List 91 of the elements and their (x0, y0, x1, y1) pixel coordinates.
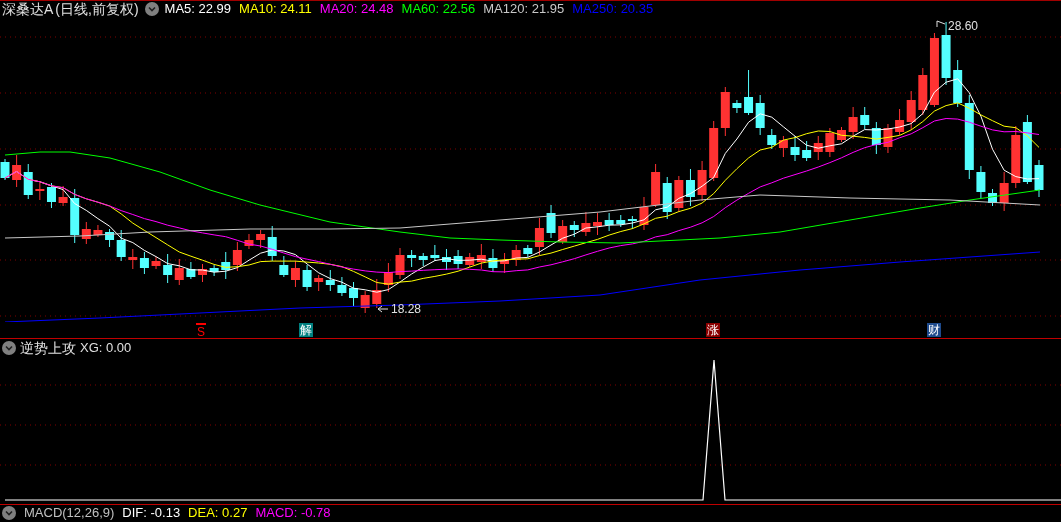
candlestick (174, 258, 184, 286)
candlestick (453, 249, 463, 270)
candlestick (418, 252, 428, 267)
collapse-icon[interactable] (2, 341, 16, 355)
candlestick (232, 241, 242, 272)
candlestick (755, 94, 765, 136)
moving-average-value: MA60: 22.56 (401, 0, 476, 19)
event-tag[interactable]: 涨 (706, 323, 720, 337)
macd-label: MACD(12,26,9) (24, 504, 115, 522)
candlestick (883, 123, 893, 154)
candlestick (778, 135, 788, 158)
candlestick (325, 269, 335, 292)
candlestick (372, 278, 382, 309)
candlestick (35, 182, 45, 201)
candlestick (302, 264, 312, 292)
candlestick (593, 212, 602, 236)
candlestick (767, 128, 777, 150)
candlestick (871, 121, 881, 155)
event-tag[interactable]: 财 (927, 323, 941, 337)
candlestick (349, 281, 359, 307)
candlestick (290, 260, 300, 288)
candlestick (744, 69, 754, 116)
candlestick (709, 120, 719, 182)
macd-value: DIF: -0.13 (122, 504, 181, 522)
candlestick (1022, 114, 1032, 185)
candlestick (976, 165, 986, 199)
candlestick (430, 244, 440, 262)
candlestick (442, 248, 451, 271)
candlestick (720, 86, 730, 137)
candlestick (546, 204, 556, 239)
collapse-icon[interactable] (2, 506, 16, 520)
low-price-label: 18.28 (377, 302, 422, 322)
chart-period-label: (日线,前复权) (55, 0, 139, 19)
candlestick (46, 182, 56, 209)
candlestick (139, 251, 149, 275)
candlestick (221, 251, 231, 280)
high-price-label: 28.60 (936, 19, 979, 33)
candlestick (395, 247, 405, 280)
candlestick (1011, 125, 1021, 189)
candlestick (163, 253, 173, 284)
candlestick (1034, 159, 1044, 198)
candlestick (837, 126, 846, 143)
candlestick (651, 163, 661, 208)
candlestick (813, 135, 823, 161)
candlestick (627, 215, 637, 230)
candlestick (488, 248, 498, 273)
candlestick (825, 127, 835, 158)
indicator-name: 逆势上攻 (20, 338, 76, 358)
candlestick (128, 248, 138, 270)
candlestick (697, 160, 707, 202)
candlestick (848, 106, 858, 140)
moving-average-value: MA20: 24.48 (319, 0, 394, 19)
candlestick (639, 196, 649, 231)
stock-title: 深桑达A (2, 0, 54, 19)
candlestick (685, 168, 695, 207)
macd-value: MACD: -0.78 (255, 504, 331, 522)
candlestick (616, 214, 626, 228)
moving-average-value: MA5: 22.99 (164, 0, 232, 19)
indicator-value: XG: 0.00 (80, 339, 132, 358)
candlestick (209, 264, 219, 277)
candlestick (151, 256, 161, 270)
candlestick (732, 99, 742, 114)
candlestick (790, 135, 800, 162)
candlestick (23, 163, 33, 200)
candlestick (314, 274, 324, 292)
candlestick (93, 224, 103, 238)
event-tag[interactable]: 解 (299, 323, 313, 337)
macd-value: DEA: 0.27 (188, 504, 248, 522)
candlestick (604, 212, 614, 232)
candlestick (383, 262, 393, 293)
candlestick (407, 249, 417, 268)
candlestick (662, 176, 672, 220)
candlestick (674, 175, 684, 213)
candlestick (0, 158, 10, 181)
candlestick (337, 276, 347, 297)
collapse-icon[interactable] (144, 2, 159, 16)
candlestick (198, 263, 207, 283)
candlestick (186, 261, 196, 280)
candlestick (500, 252, 510, 274)
moving-average-value: MA120: 21.95 (483, 0, 565, 19)
moving-average-value: MA250: 20.35 (572, 0, 654, 19)
candlestick (511, 244, 521, 267)
candlestick (581, 211, 591, 237)
candlestick (279, 255, 289, 278)
moving-average-value: MA10: 24.11 (239, 0, 312, 19)
candlestick (58, 185, 68, 207)
candlestick (12, 154, 22, 188)
candlestick (802, 140, 812, 162)
candlestick (244, 233, 254, 250)
candlestick (860, 106, 870, 130)
candlestick (360, 290, 370, 314)
